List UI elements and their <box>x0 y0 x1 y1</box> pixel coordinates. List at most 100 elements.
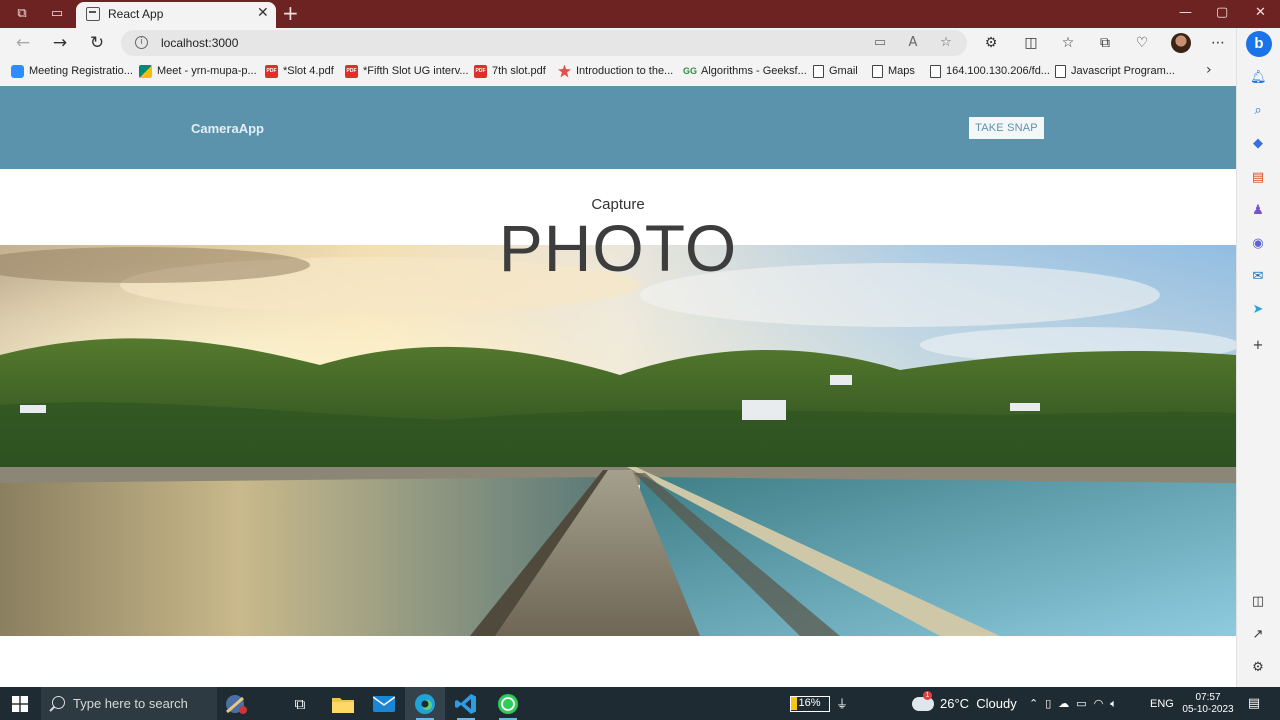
bookmark-label: Meeting Registratio... <box>29 65 133 77</box>
weather-widget[interactable]: 1 26°C Cloudy <box>912 687 1017 720</box>
bookmark-item[interactable]: PDF *Fifth Slot UG interv... <box>345 63 469 79</box>
tab-close-icon[interactable]: ✕ <box>257 5 269 21</box>
refresh-icon[interactable]: ↻ <box>86 32 108 54</box>
cloud-icon: 1 <box>912 690 934 711</box>
bookmark-label: Javascript Program... <box>1071 65 1175 77</box>
bookmark-item[interactable]: Maps <box>872 63 915 79</box>
gfg-icon: GG <box>683 65 698 76</box>
app-brand[interactable]: CameraApp <box>191 121 264 136</box>
system-tray: ⌃ ▯ ☁ ▭ ◠ 🔈︎ <box>1029 687 1117 720</box>
send-icon[interactable]: ➤ <box>1250 302 1266 318</box>
file-explorer-icon[interactable] <box>330 687 356 720</box>
microsoft-365-icon[interactable]: ◉ <box>1250 236 1266 252</box>
external-link-icon[interactable]: ↗ <box>1250 627 1266 643</box>
favorites-icon[interactable]: ☆ <box>1058 34 1078 52</box>
copilot-icon[interactable]: b <box>1246 31 1272 57</box>
clock-time: 07:57 <box>1195 691 1221 703</box>
extensions-icon[interactable]: ⚙ <box>981 34 1001 52</box>
wifi-icon[interactable]: ◠ <box>1094 697 1104 710</box>
star-badge-icon <box>558 64 571 78</box>
window-close-icon[interactable]: ✕ <box>1255 5 1266 20</box>
bookmark-item[interactable]: Introduction to the... <box>558 63 673 79</box>
mail-icon[interactable] <box>371 687 397 720</box>
taskbar-search[interactable]: Type here to search <box>41 687 217 720</box>
onedrive-icon[interactable]: ☁ <box>1058 697 1069 710</box>
battery-percent: 16% <box>798 696 821 709</box>
maximize-icon[interactable]: ▢ <box>1216 5 1228 20</box>
forward-icon[interactable]: → <box>49 32 71 54</box>
tab-actions-icon[interactable]: ▭ <box>49 6 65 22</box>
take-snap-button[interactable]: TAKE SNAP <box>969 117 1044 139</box>
edge-taskbar-icon[interactable] <box>405 687 445 720</box>
pdf-icon: PDF <box>474 64 487 78</box>
workspaces-icon[interactable]: ⧉ <box>14 6 30 22</box>
new-tab-icon[interactable]: + <box>282 3 299 23</box>
video-icon[interactable]: ▭ <box>871 34 889 52</box>
phone-link-icon[interactable]: ▯ <box>1045 697 1051 710</box>
edge-sidebar: b 🔔︎ ⌕ ◆ ▤ ♟ ◉ ✉ ➤ + ◫ ↗ ⚙ <box>1236 28 1280 687</box>
site-info-icon[interactable]: i <box>135 36 148 49</box>
read-aloud-icon[interactable]: A <box>904 34 922 52</box>
address-bar[interactable]: i localhost:3000 ▭ A ☆ <box>121 30 967 56</box>
tab-react-app[interactable]: React App ✕ <box>76 2 276 28</box>
cricket-widget-icon[interactable] <box>221 687 251 720</box>
sidebar-toggle-icon[interactable]: ◫ <box>1250 594 1266 610</box>
bookmark-item[interactable]: PDF *Slot 4.pdf <box>265 63 334 79</box>
url-text[interactable]: localhost:3000 <box>161 36 238 50</box>
bookmark-item[interactable]: 164.100.130.206/fd... <box>930 63 1050 79</box>
vscode-icon[interactable] <box>453 687 479 720</box>
bookmark-item[interactable]: GG Algorithms - Geeksf... <box>683 63 807 79</box>
minimize-icon[interactable]: — <box>1179 5 1192 20</box>
hero-image <box>0 245 1236 636</box>
favorite-star-icon[interactable]: ☆ <box>937 34 955 52</box>
volume-icon[interactable]: 🔈︎ <box>1110 697 1117 711</box>
browser-essentials-icon[interactable]: ♡ <box>1132 34 1152 52</box>
page-viewport: CameraApp TAKE SNAP Capture PHOTO <box>0 86 1236 687</box>
page-icon <box>872 64 883 78</box>
outlook-icon[interactable]: ✉ <box>1250 269 1266 285</box>
split-screen-icon[interactable]: ◫ <box>1021 34 1041 52</box>
tab-title: React App <box>108 7 164 21</box>
battery-icon: 16% <box>790 695 830 712</box>
profile-avatar[interactable] <box>1171 33 1191 53</box>
plug-icon: ⏚ <box>836 697 849 711</box>
tools-icon[interactable]: ▤ <box>1250 170 1266 186</box>
chevron-right-icon[interactable]: › <box>1206 62 1212 78</box>
bell-icon[interactable]: 🔔︎ <box>1250 70 1267 86</box>
browser-titlebar: ⧉ ▭ React App ✕ + — ▢ ✕ <box>0 0 1280 28</box>
bookmark-label: 7th slot.pdf <box>492 65 546 77</box>
more-options-icon[interactable]: ⋯ <box>1208 34 1228 52</box>
meet-icon <box>139 64 152 78</box>
bookmark-label: *Fifth Slot UG interv... <box>363 65 469 77</box>
task-view-icon[interactable]: ⧉ <box>288 687 312 720</box>
bookmark-item[interactable]: Meeting Registratio... <box>11 63 133 79</box>
start-icon[interactable] <box>8 687 32 720</box>
battery-indicator[interactable]: 16% ⏚ <box>790 687 848 720</box>
language-indicator[interactable]: ENG <box>1150 687 1174 720</box>
collections-icon[interactable]: ⧉ <box>1095 34 1115 52</box>
notification-icon[interactable]: ▤ <box>1244 687 1264 720</box>
clock-date: 05-10-2023 <box>1182 703 1234 715</box>
settings-gear-icon[interactable]: ⚙ <box>1250 660 1266 676</box>
shopping-tag-icon[interactable]: ◆ <box>1250 136 1266 152</box>
search-icon <box>52 696 65 709</box>
whatsapp-icon[interactable] <box>495 687 521 720</box>
clock[interactable]: 07:57 05-10-2023 <box>1180 687 1236 720</box>
bookmark-item[interactable]: Meet - yrn-mupa-p... <box>139 63 257 79</box>
bookmark-label: Gmail <box>829 65 858 77</box>
weather-badge: 1 <box>923 690 932 700</box>
games-icon[interactable]: ♟ <box>1250 203 1266 219</box>
page-icon <box>1055 64 1066 78</box>
search-icon[interactable]: ⌕ <box>1250 103 1266 119</box>
bookmark-label: 164.100.130.206/fd... <box>946 65 1050 77</box>
back-icon[interactable]: ← <box>12 32 34 54</box>
bookmark-item[interactable]: Javascript Program... <box>1055 63 1175 79</box>
add-icon[interactable]: + <box>1250 338 1266 354</box>
bookmark-item[interactable]: PDF 7th slot.pdf <box>474 63 546 79</box>
photo-title: PHOTO <box>498 211 738 285</box>
chevron-up-icon[interactable]: ⌃ <box>1029 697 1038 710</box>
page-favicon-icon <box>86 7 100 21</box>
bookmark-item[interactable]: Gmail <box>813 63 858 79</box>
network-icon[interactable]: ▭ <box>1076 697 1086 710</box>
bookmarks-bar: Meeting Registratio... Meet - yrn-mupa-p… <box>0 58 1236 84</box>
